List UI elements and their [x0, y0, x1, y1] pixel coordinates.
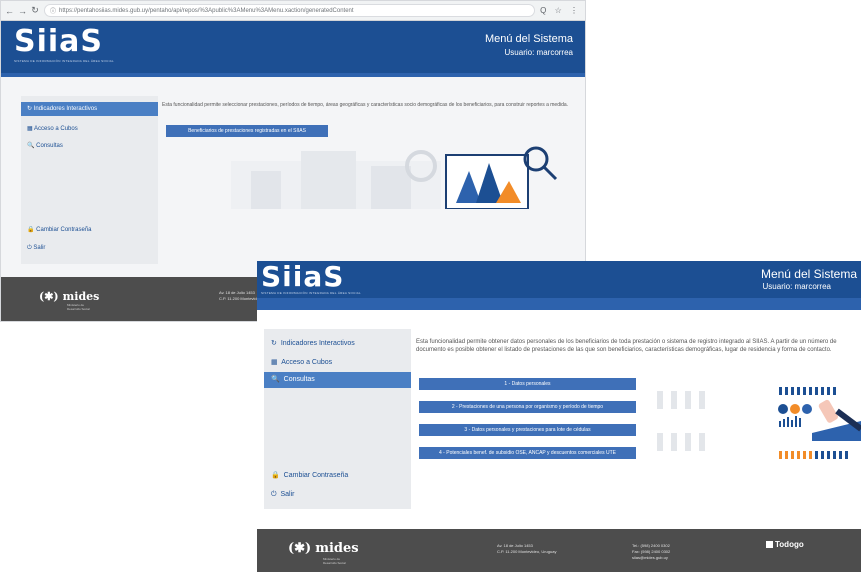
mides-brand-text: mides: [62, 290, 100, 303]
siias-logo[interactable]: SiiaS: [261, 262, 344, 292]
header-stripe: [1, 73, 585, 77]
menu-title: Menú del Sistema: [484, 33, 573, 45]
mides-subtitle: Ministerio de Desarrollo Social: [67, 303, 90, 311]
description-text: Esta funcionalidad permite obtener datos…: [416, 339, 837, 353]
back-arrow-icon[interactable]: ←: [5, 6, 14, 16]
partner-name: Todogo: [775, 540, 804, 549]
power-icon: ⏻: [271, 491, 277, 498]
mides-subtitle: Ministerio de Desarrollo Social: [323, 557, 346, 565]
site-header: SiiaS SISTEMA DE INFORMACIÓN INTEGRADA D…: [257, 261, 861, 298]
sidebar: ↻ Indicadores Interactivos ▦ Acceso a Cu…: [264, 329, 411, 509]
composite-screenshot: ← → ↻ ⓘ https://pentahosiias.mides.gub.u…: [0, 0, 861, 572]
sidebar-item-label: Salir: [33, 245, 46, 251]
grid-icon: ▦: [271, 359, 278, 366]
description-text: Esta funcionalidad permite seleccionar p…: [162, 102, 569, 108]
partner-logo[interactable]: Todogo: [766, 540, 804, 549]
sidebar-item-cambiar-contrasena[interactable]: 🔒 Cambiar Contraseña: [21, 223, 158, 237]
logo-subtitle: SISTEMA DE INFORMACIÓN INTEGRADA DEL ÁRE…: [261, 291, 361, 295]
sidebar-item-consultas[interactable]: 🔍 Consultas: [21, 139, 158, 153]
search-icon: 🔍: [27, 143, 35, 149]
sidebar-item-label: Cambiar Contraseña: [283, 472, 349, 479]
sidebar-item-label: Acceso a Cubos: [281, 359, 333, 366]
sidebar-item-consultas[interactable]: 🔍 Consultas: [264, 372, 411, 388]
beneficiarios-button[interactable]: Beneficiarios de prestaciones registrada…: [166, 125, 328, 137]
refresh-icon: ↻: [27, 106, 33, 112]
footer-address: Av. 18 de Julio 1453 C.P. 11.200 Montevi…: [497, 543, 557, 554]
sidebar: ↻ Indicadores Interactivos ▦ Acceso a Cu…: [21, 96, 158, 264]
user-label: Usuario: marcorrea: [762, 282, 831, 291]
sidebar-item-indicadores[interactable]: ↻ Indicadores Interactivos: [264, 336, 411, 352]
siias-logo[interactable]: SiiaS: [14, 27, 103, 57]
prestaciones-persona-button[interactable]: 2 - Prestaciones de una persona por orga…: [419, 401, 636, 413]
power-icon: ⏻: [27, 245, 32, 251]
footer-contact: Tel.: (598) 2400 0302 Fax: (598) 2400 03…: [632, 543, 671, 561]
sidebar-item-cambiar-contrasena[interactable]: 🔒 Cambiar Contraseña: [264, 468, 411, 484]
sidebar-item-salir[interactable]: ⏻ Salir: [21, 241, 158, 255]
forward-arrow-icon[interactable]: →: [18, 6, 27, 16]
sidebar-item-label: Indicadores Interactivos: [280, 340, 355, 347]
sidebar-item-label: Cambiar Contraseña: [36, 227, 92, 233]
grid-icon: ▦: [27, 126, 33, 132]
mides-brand-text: mides: [315, 541, 359, 556]
mides-logo[interactable]: (✱) mides: [39, 290, 99, 303]
datos-personales-button[interactable]: 1 - Datos personales: [419, 378, 636, 390]
lote-cedulas-button[interactable]: 3 - Datos personales y prestaciones para…: [419, 424, 636, 436]
site-header: SiiaS SISTEMA DE INFORMACIÓN INTEGRADA D…: [1, 21, 585, 73]
browser-toolbar: ← → ↻ ⓘ https://pentahosiias.mides.gub.u…: [1, 1, 585, 21]
sidebar-item-cubos[interactable]: ▦ Acceso a Cubos: [21, 122, 158, 136]
search-icon: 🔍: [271, 376, 280, 383]
sidebar-item-cubos[interactable]: ▦ Acceso a Cubos: [264, 355, 411, 371]
mides-star-icon: (✱): [288, 541, 312, 556]
sidebar-item-label: Consultas: [283, 376, 315, 383]
front-page-window: SiiaS SISTEMA DE INFORMACIÓN INTEGRADA D…: [257, 261, 861, 572]
mides-logo[interactable]: (✱) mides: [288, 541, 359, 556]
url-text: https://pentahosiias.mides.gub.uy/pentah…: [59, 7, 354, 14]
lock-icon: ⓘ: [50, 9, 57, 15]
sidebar-item-label: Salir: [280, 491, 295, 498]
reload-icon[interactable]: ↻: [31, 5, 39, 16]
browser-actions-icons[interactable]: Q ☆ ⋮: [540, 6, 581, 15]
refresh-icon: ↻: [271, 340, 277, 347]
sidebar-item-salir[interactable]: ⏻ Salir: [264, 487, 411, 503]
sidebar-item-label: Indicadores Interactivos: [33, 106, 98, 112]
analytics-illustration: [231, 146, 558, 209]
footer-address: Av. 18 de Julio 1453 C.P. 11.200 Montevi…: [219, 290, 262, 301]
lock-icon: 🔒: [271, 472, 280, 479]
logo-subtitle: SISTEMA DE INFORMACIÓN INTEGRADA DEL ÁRE…: [14, 59, 114, 63]
lock-icon: 🔒: [27, 227, 35, 233]
sidebar-item-label: Acceso a Cubos: [34, 126, 78, 132]
people-statistics-illustration: [637, 371, 861, 491]
address-bar[interactable]: ⓘ https://pentahosiias.mides.gub.uy/pent…: [44, 4, 536, 17]
menu-title: Menú del Sistema: [760, 267, 857, 281]
sidebar-item-indicadores[interactable]: ↻ Indicadores Interactivos: [21, 102, 158, 116]
user-label: Usuario: marcorrea: [504, 48, 573, 57]
mides-star-icon: (✱): [39, 290, 59, 303]
header-stripe: [257, 298, 861, 310]
sidebar-item-label: Consultas: [36, 143, 63, 149]
footer-email-link[interactable]: siias@mides.gub.uy: [632, 555, 670, 561]
potenciales-beneficiarios-button[interactable]: 4 - Potenciales benef. de subsidio OSE, …: [419, 447, 636, 459]
partner-square-icon: [766, 541, 773, 548]
